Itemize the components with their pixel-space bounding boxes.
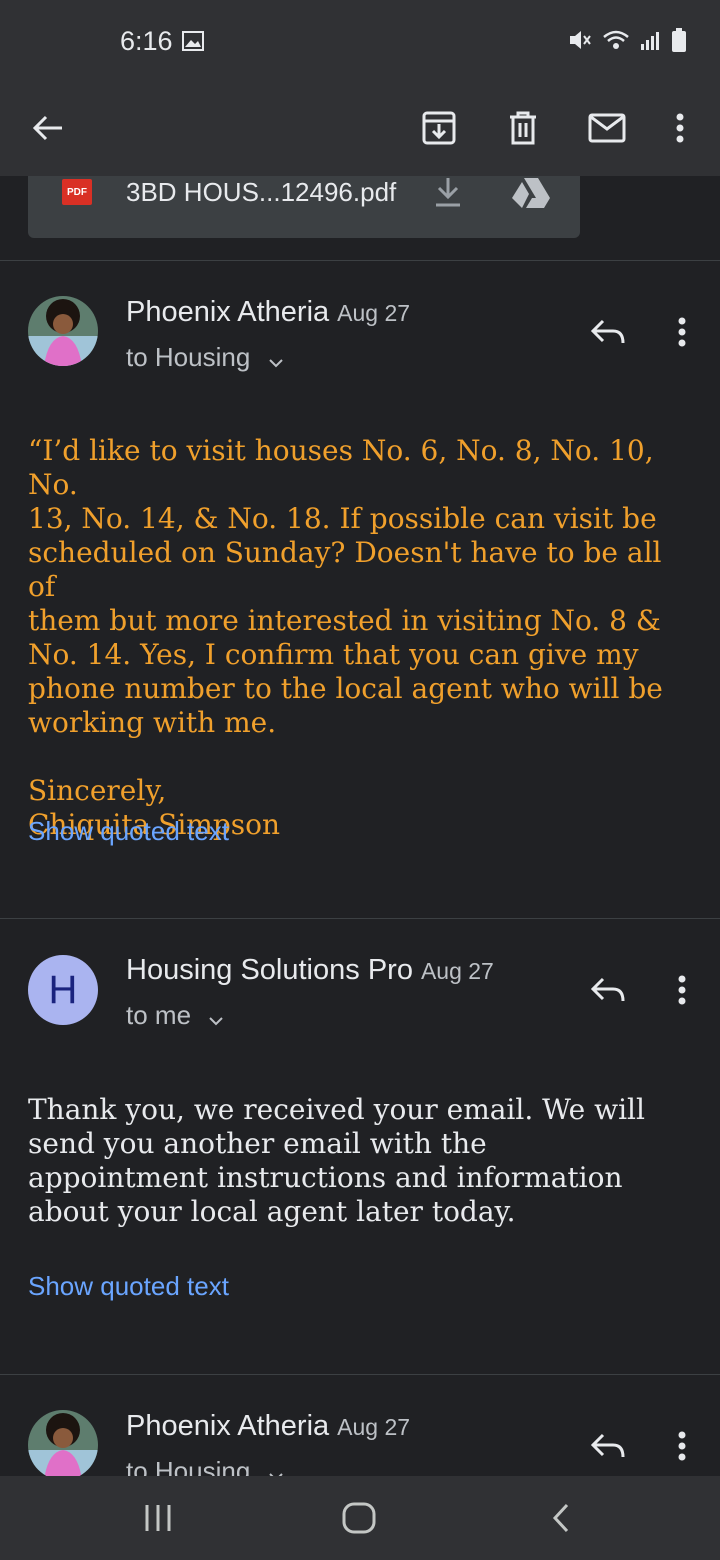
attachment-chip[interactable]: PDF 3BD HOUS...12496.pdf (28, 176, 580, 238)
show-quoted-text-link[interactable]: Show quoted text (28, 816, 229, 847)
message-more-icon[interactable] (660, 968, 704, 1012)
recent-apps-icon[interactable] (128, 1494, 188, 1542)
message-date: Aug 27 (337, 1414, 411, 1440)
message-date: Aug 27 (420, 958, 494, 984)
chevron-down-icon (268, 1458, 284, 1476)
trash-icon[interactable] (497, 102, 549, 154)
message-body: “I’d like to visit houses No. 6, No. 8, … (28, 434, 692, 842)
recipient-toggle[interactable]: to me (126, 1000, 224, 1033)
sender-name-text: Housing Solutions Pro (126, 954, 413, 986)
status-bar: 6:16 (0, 0, 720, 80)
recipient-label: to me (126, 1000, 192, 1030)
body-line: phone number to the local agent who will… (28, 672, 663, 705)
recipient-label: to Housing (126, 1456, 251, 1476)
divider (0, 918, 720, 919)
mute-icon (568, 29, 592, 56)
sender-name: Housing Solutions Pro Aug 27 (126, 954, 494, 987)
chevron-down-icon (208, 1002, 224, 1033)
battery-icon (672, 28, 686, 57)
app-toolbar (0, 80, 720, 176)
body-line: appointment instructions and information (28, 1161, 623, 1194)
status-time: 6:16 (120, 26, 173, 56)
reply-icon[interactable] (586, 310, 630, 354)
gallery-notification-icon (182, 31, 204, 56)
mail-icon[interactable] (581, 102, 633, 154)
sender-name: Phoenix Atheria Aug 27 (126, 1410, 410, 1443)
message-more-icon[interactable] (660, 310, 704, 354)
signoff: Sincerely, (28, 774, 167, 807)
nav-back-icon[interactable] (531, 1494, 591, 1542)
download-icon[interactable] (434, 178, 462, 213)
body-line: 13, No. 14, & No. 18. If possible can vi… (28, 502, 657, 535)
body-line: about your local agent later today. (28, 1195, 516, 1228)
reply-icon[interactable] (586, 968, 630, 1012)
divider (0, 260, 720, 261)
message-more-icon[interactable] (660, 1424, 704, 1468)
archive-icon[interactable] (413, 102, 465, 154)
show-quoted-text-link[interactable]: Show quoted text (28, 1271, 229, 1302)
body-line: Thank you, we received your email. We wi… (28, 1093, 645, 1126)
conversation-view[interactable]: PDF 3BD HOUS...12496.pdf Phoenix Atheria… (0, 176, 720, 1476)
body-line: scheduled on Sunday? Doesn't have to be … (28, 536, 662, 603)
body-line: No. 14. Yes, I confirm that you can give… (28, 638, 639, 671)
wifi-icon (602, 29, 630, 56)
sender-name-text: Phoenix Atheria (126, 296, 330, 328)
recipient-toggle[interactable]: to Housing (126, 1456, 284, 1476)
pdf-icon: PDF (62, 179, 92, 205)
avatar[interactable] (28, 296, 98, 366)
chevron-down-icon (268, 344, 284, 375)
body-line: send you another email with the (28, 1127, 487, 1160)
system-nav-bar (0, 1476, 720, 1560)
signal-icon (640, 30, 662, 55)
more-vert-icon[interactable] (654, 102, 706, 154)
back-arrow-icon[interactable] (22, 102, 74, 154)
reply-icon[interactable] (586, 1424, 630, 1468)
body-line: them but more interested in visiting No.… (28, 604, 661, 637)
avatar[interactable] (28, 1410, 98, 1476)
message-body: Thank you, we received your email. We wi… (28, 1093, 692, 1229)
sender-name: Phoenix Atheria Aug 27 (126, 296, 410, 329)
recipient-label: to Housing (126, 342, 251, 372)
attachment-filename: 3BD HOUS...12496.pdf (126, 177, 397, 207)
body-line: working with me. (28, 706, 277, 739)
sender-name-text: Phoenix Atheria (126, 1410, 330, 1442)
recipient-toggle[interactable]: to Housing (126, 342, 284, 375)
home-icon[interactable] (329, 1494, 389, 1542)
divider (0, 1374, 720, 1375)
avatar[interactable]: H (28, 955, 98, 1025)
drive-icon[interactable] (512, 178, 550, 213)
body-line: “I’d like to visit houses No. 6, No. 8, … (28, 434, 654, 501)
message-date: Aug 27 (337, 300, 411, 326)
